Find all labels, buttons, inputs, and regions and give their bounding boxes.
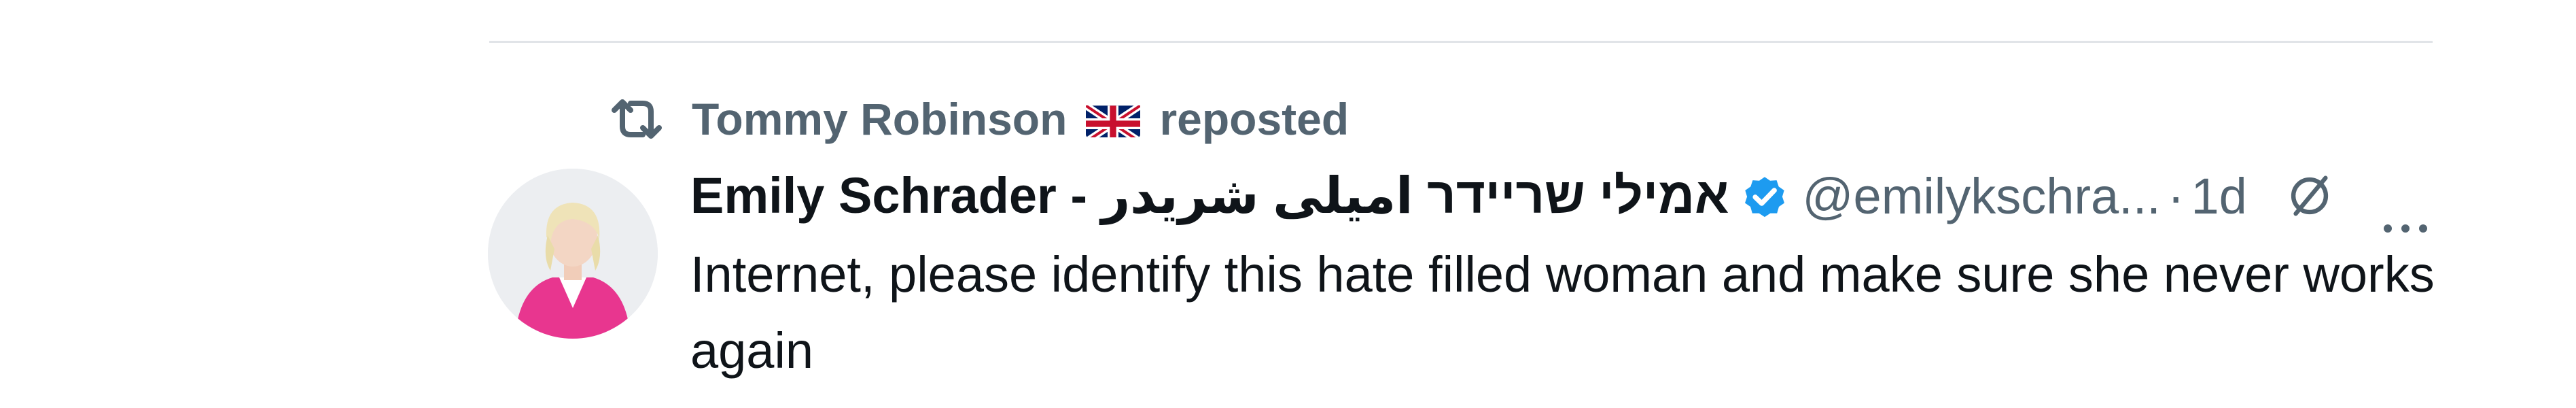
author-display-name[interactable]: Emily Schrader - אמילי שריידר اميلى شريد… — [690, 167, 1729, 225]
repost-user-name[interactable]: Tommy Robinson — [692, 93, 1067, 145]
avatar[interactable] — [488, 169, 658, 339]
grok-icon[interactable] — [2286, 172, 2333, 220]
uk-flag-icon — [1086, 101, 1141, 137]
tweet-header: Emily Schrader - אמילי שריידר اميلى شريد… — [690, 162, 2430, 233]
verified-badge-icon[interactable] — [1740, 171, 1790, 221]
tweet-text: Internet, please identify this hate fill… — [690, 246, 2435, 379]
author-handle[interactable]: @emilykschra... — [1802, 167, 2160, 225]
header-actions — [2286, 162, 2430, 233]
repost-label: reposted — [1159, 94, 1349, 144]
separator-dot: · — [2167, 167, 2185, 224]
more-options-icon[interactable] — [2381, 189, 2430, 233]
repost-icon — [609, 95, 665, 143]
timestamp[interactable]: 1d — [2191, 167, 2247, 225]
repost-context[interactable]: Tommy Robinson reposted — [609, 90, 1349, 148]
tweet-card[interactable]: Tommy Robinson reposted Emily Schrader -… — [0, 0, 2576, 408]
divider — [489, 41, 2433, 43]
